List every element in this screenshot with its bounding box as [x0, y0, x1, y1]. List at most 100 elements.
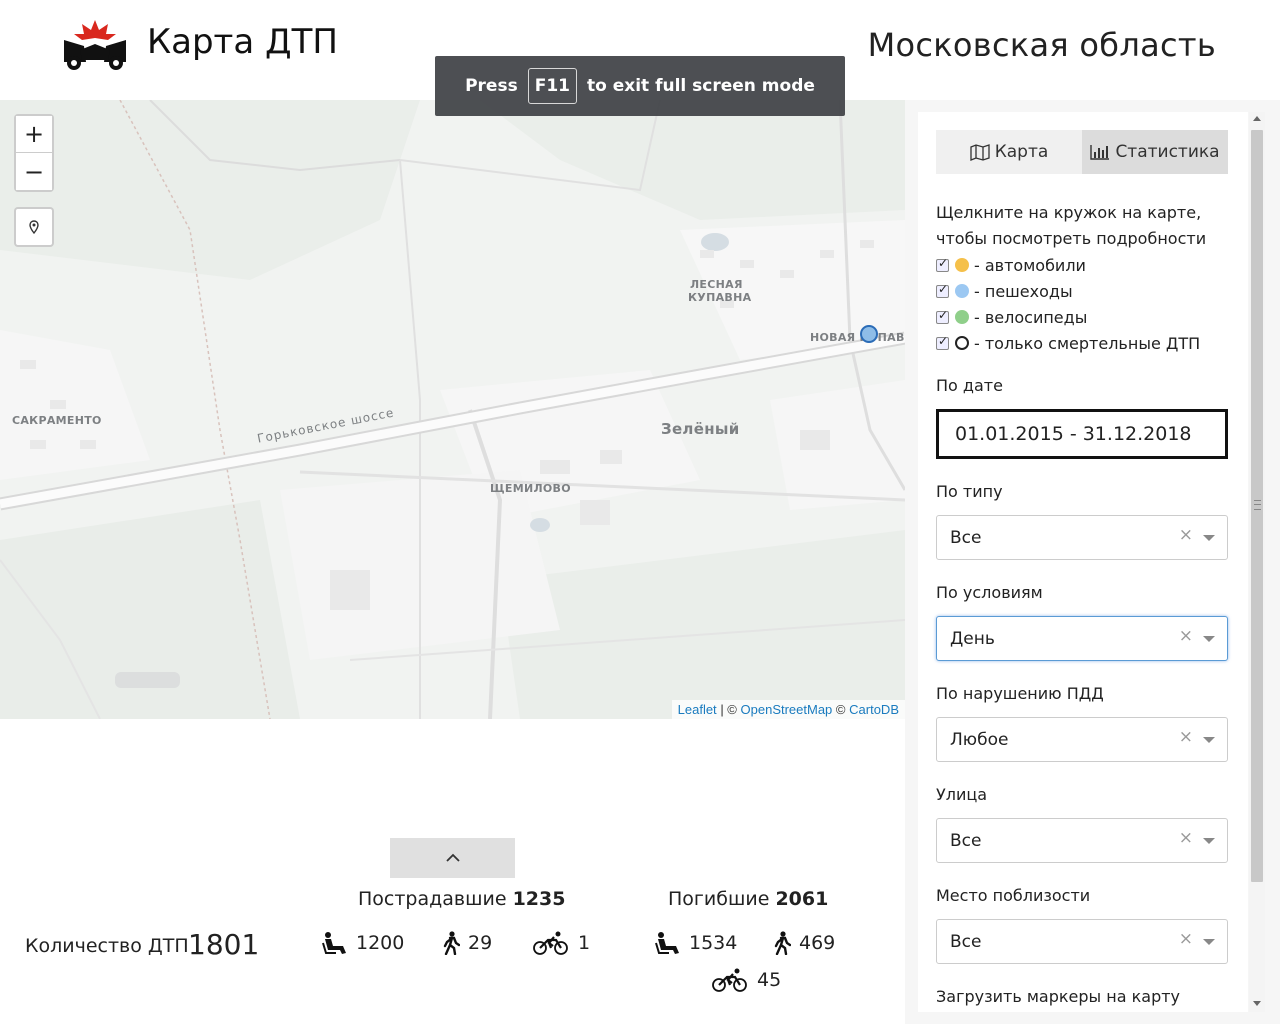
- street-chevron-down-icon[interactable]: [1203, 838, 1215, 844]
- killed-cyclists-stat: 45: [711, 968, 781, 992]
- conditions-filter-label: По условиям: [936, 583, 1043, 602]
- map-label-lesnaya-kupavna-2: КУПАВНА: [688, 291, 752, 304]
- total-accidents-label: Количество ДТП: [25, 935, 189, 957]
- attribution-sep-1: | ©: [720, 702, 737, 717]
- nearby-select[interactable]: Все ×: [936, 919, 1228, 964]
- violation-select[interactable]: Любое ×: [936, 717, 1228, 762]
- date-range-input[interactable]: 01.01.2015 - 31.12.2018: [936, 409, 1228, 459]
- type-select-value: Все: [950, 527, 982, 548]
- injured-drivers-value: 1200: [356, 932, 405, 954]
- violation-select-value: Любое: [950, 729, 1009, 750]
- chevron-up-icon: [445, 853, 460, 862]
- car-crash-logo-icon: [64, 20, 126, 70]
- f11-key-badge: F11: [527, 68, 577, 104]
- map-icon: [970, 143, 990, 161]
- driver-seat-icon: [655, 932, 679, 954]
- type-filter-label: По типу: [936, 482, 1003, 501]
- toast-press-text: Press: [465, 76, 518, 96]
- bicycles-dot-icon: [955, 310, 969, 324]
- scroll-down-arrow-icon[interactable]: [1253, 1001, 1261, 1006]
- violation-clear-icon[interactable]: ×: [1179, 727, 1193, 747]
- app-title: Карта ДТП: [147, 22, 338, 62]
- injured-label: Пострадавшие: [358, 888, 507, 910]
- nearby-filter-label: Место поблизости: [936, 886, 1091, 905]
- cars-dot-icon: [955, 258, 969, 272]
- violation-chevron-down-icon[interactable]: [1203, 737, 1215, 743]
- conditions-select[interactable]: День ×: [936, 616, 1228, 661]
- killed-pedestrians-stat: 469: [773, 931, 835, 955]
- map[interactable]: ЛЕСНАЯ КУПАВНА НОВАЯ КУПАВНА САКРАМЕНТО …: [0, 100, 905, 719]
- toast-message: to exit full screen mode: [586, 76, 815, 96]
- legend-label-pedestrians: - пешеходы: [974, 281, 1073, 301]
- killed-total: 2061: [775, 888, 829, 910]
- tab-statistics-label: Статистика: [1115, 142, 1220, 162]
- tab-statistics[interactable]: Статистика: [1082, 130, 1228, 174]
- pedestrian-icon: [443, 931, 460, 955]
- injured-total: 1235: [512, 888, 566, 910]
- map-tiles: [0, 100, 905, 719]
- killed-label: Погибшие: [668, 888, 770, 910]
- leaflet-link[interactable]: Leaflet: [678, 702, 717, 717]
- killed-drivers-stat: 1534: [655, 931, 737, 955]
- killed-cyclists-value: 45: [757, 969, 782, 991]
- map-hint-text: Щелкните на кружок на карте, чтобы посмо…: [936, 203, 1207, 248]
- accident-marker-pedestrian[interactable]: [860, 325, 878, 343]
- cartodb-link[interactable]: CartoDB: [849, 702, 899, 717]
- sidebar-scrollbar[interactable]: [1249, 112, 1265, 1012]
- pedestrians-dot-icon: [955, 284, 969, 298]
- legend-label-bicycles: - велосипеды: [974, 307, 1088, 327]
- tab-map-label: Карта: [994, 142, 1049, 162]
- killed-drivers-value: 1534: [689, 932, 738, 954]
- bar-chart-icon: [1090, 145, 1110, 160]
- street-select-value: Все: [950, 830, 982, 851]
- type-clear-icon[interactable]: ×: [1179, 525, 1193, 545]
- injured-pedestrians-value: 29: [468, 932, 493, 954]
- zoom-in-button[interactable]: +: [16, 116, 52, 153]
- conditions-clear-icon[interactable]: ×: [1179, 626, 1193, 646]
- attribution-sep-2: ©: [835, 702, 846, 717]
- openstreetmap-link[interactable]: OpenStreetMap: [741, 702, 833, 717]
- map-label-lesnaya-kupavna: ЛЕСНАЯ: [690, 278, 743, 291]
- type-select[interactable]: Все ×: [936, 515, 1228, 560]
- fatal-only-checkbox[interactable]: [936, 334, 949, 350]
- injured-pedestrians-stat: 29: [442, 931, 492, 955]
- map-attribution: Leaflet | © OpenStreetMap © CartoDB: [671, 700, 905, 719]
- street-filter-label: Улица: [936, 785, 988, 804]
- pedestrians-checkbox[interactable]: [936, 282, 949, 298]
- injured-drivers-stat: 1200: [322, 931, 404, 955]
- date-filter-label: По дате: [936, 376, 1003, 395]
- injured-title: Пострадавшие 1235: [358, 888, 565, 910]
- violation-filter-label: По нарушению ПДД: [936, 684, 1104, 703]
- locate-button[interactable]: [14, 207, 54, 247]
- pedestrian-icon: [774, 931, 791, 955]
- tab-map[interactable]: Карта: [936, 130, 1082, 174]
- conditions-chevron-down-icon[interactable]: [1203, 636, 1215, 642]
- total-accidents-value: 1801: [188, 928, 260, 961]
- legend-label-cars: - автомобили: [974, 255, 1086, 275]
- bicycles-checkbox[interactable]: [936, 308, 949, 324]
- region-title: Московская область: [867, 26, 1216, 64]
- map-label-novaya-kupavna: НОВАЯ КУПАВНА: [810, 331, 905, 344]
- killed-title: Погибшие 2061: [668, 888, 828, 910]
- conditions-select-value: День: [950, 628, 995, 649]
- legend-item-fatal-only[interactable]: - только смертельные ДТП: [936, 330, 1200, 356]
- zoom-out-button[interactable]: −: [16, 153, 52, 190]
- killed-pedestrians-value: 469: [799, 932, 836, 954]
- type-chevron-down-icon[interactable]: [1203, 535, 1215, 541]
- driver-seat-icon: [322, 932, 346, 954]
- collapse-stats-button[interactable]: [390, 838, 515, 878]
- filter-sidebar: Карта Статистика Щелкните на кружок на к…: [918, 112, 1248, 1012]
- legend-item-cars[interactable]: - автомобили: [936, 252, 1200, 278]
- legend-item-bicycles[interactable]: - велосипеды: [936, 304, 1200, 330]
- street-select[interactable]: Все ×: [936, 818, 1228, 863]
- cars-checkbox[interactable]: [936, 256, 949, 272]
- legend-item-pedestrians[interactable]: - пешеходы: [936, 278, 1200, 304]
- scroll-up-arrow-icon[interactable]: [1253, 116, 1261, 121]
- street-clear-icon[interactable]: ×: [1179, 828, 1193, 848]
- legend: - автомобили - пешеходы - велосипеды - т…: [936, 252, 1200, 356]
- fatal-ring-icon: [955, 336, 969, 350]
- view-tabs: Карта Статистика: [936, 130, 1228, 174]
- nearby-chevron-down-icon[interactable]: [1203, 939, 1215, 945]
- fullscreen-toast: Press F11 to exit full screen mode: [435, 56, 845, 116]
- nearby-clear-icon[interactable]: ×: [1179, 929, 1193, 949]
